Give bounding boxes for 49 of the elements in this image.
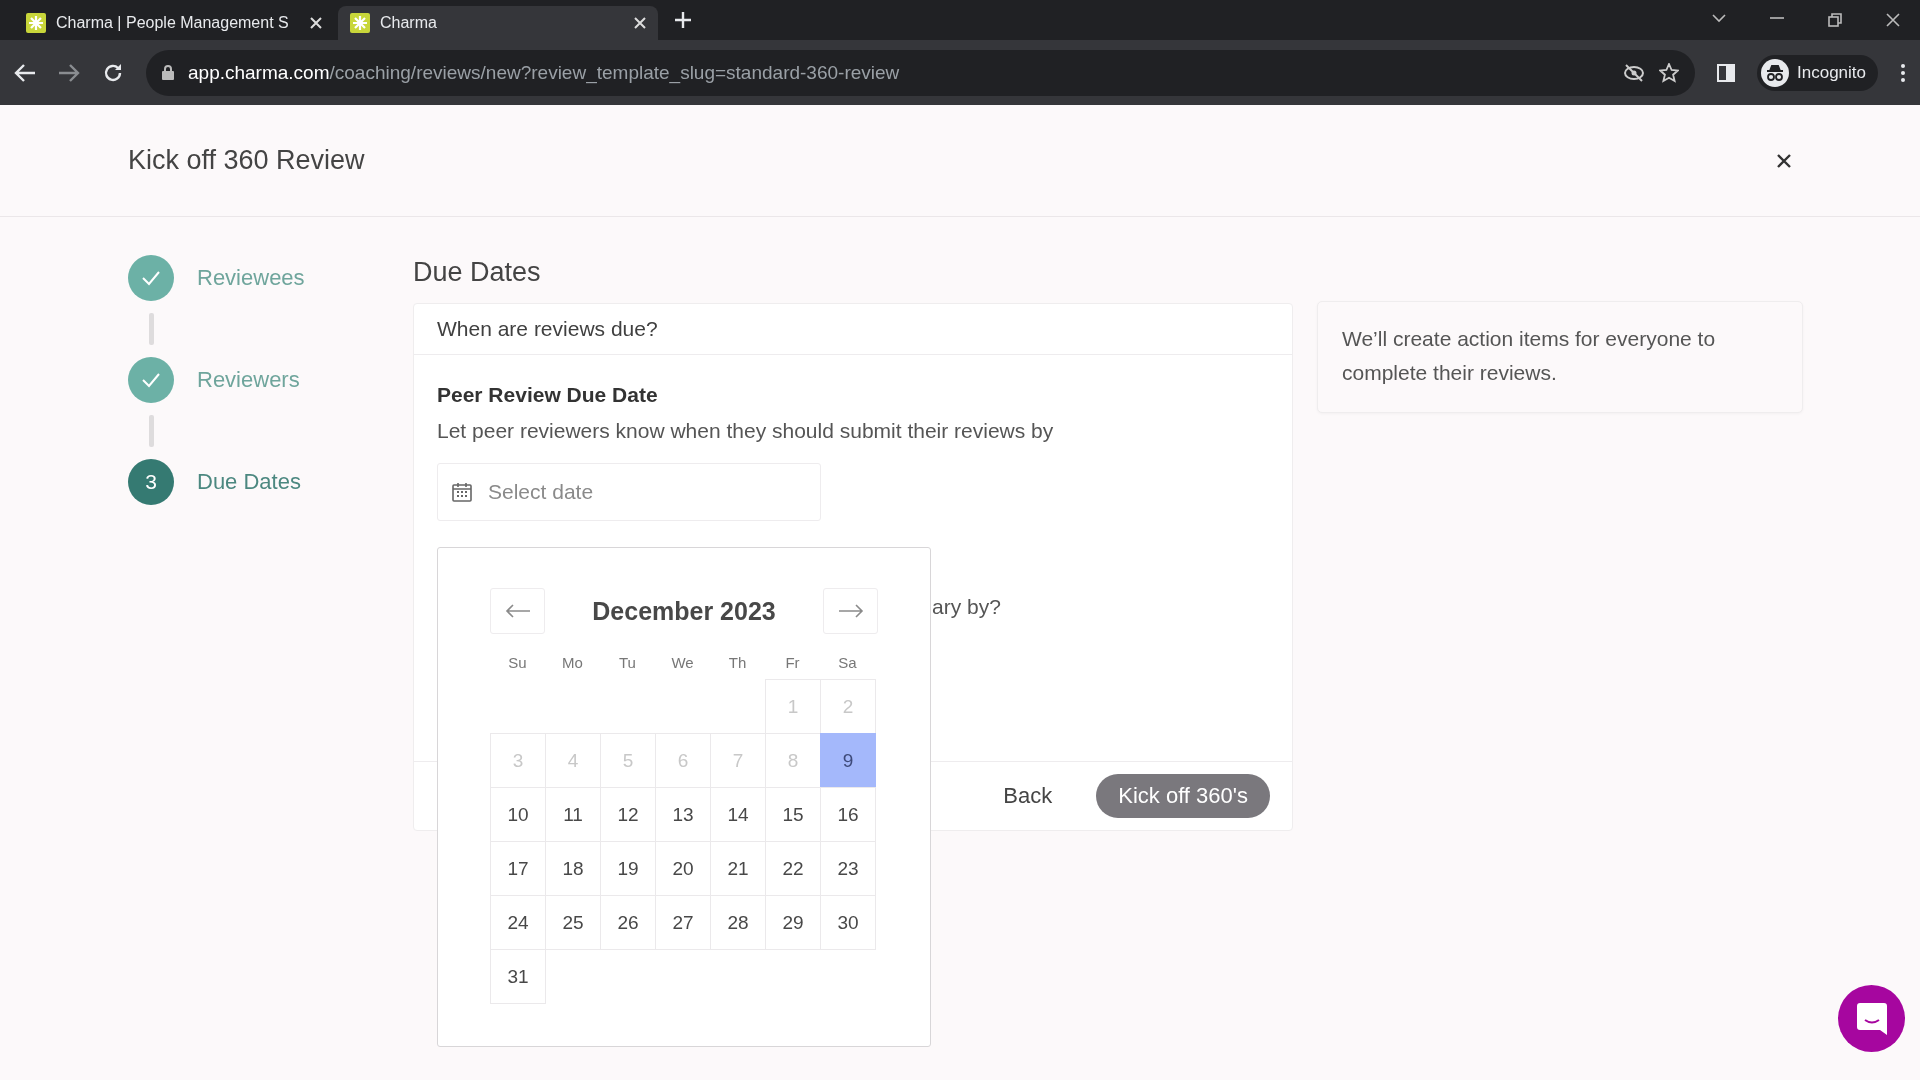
left-arrow-icon bbox=[504, 604, 531, 618]
field-title: Peer Review Due Date bbox=[437, 383, 659, 407]
back-button[interactable]: Back bbox=[1003, 783, 1053, 809]
site-favicon-icon bbox=[26, 13, 46, 33]
month-title: December 2023 bbox=[592, 596, 776, 626]
calendar-day[interactable]: 31 bbox=[490, 949, 546, 1004]
calendar-day[interactable]: 16 bbox=[820, 787, 876, 842]
menu-icon[interactable] bbox=[1900, 62, 1906, 83]
lock-icon bbox=[162, 65, 174, 80]
profile-button[interactable]: Incognito bbox=[1757, 54, 1878, 91]
completed-step-icon bbox=[128, 255, 174, 301]
field-help-text: Let peer reviewers know when they should submit their reviews by bbox=[437, 419, 1055, 443]
calendar-day[interactable]: 9 bbox=[820, 733, 876, 788]
right-arrow-icon bbox=[837, 604, 864, 618]
weekday-label: Tu bbox=[618, 654, 637, 671]
weekday-label: We bbox=[670, 654, 695, 671]
info-panel: We’ll create action items for everyone to complete their reviews. bbox=[1317, 301, 1803, 413]
card-question: When are reviews due? bbox=[414, 304, 1292, 355]
weekday-label: Su bbox=[507, 654, 528, 671]
restore-icon[interactable] bbox=[1828, 13, 1842, 27]
step-label[interactable]: Due Dates bbox=[197, 469, 301, 495]
weekday-label: Mo bbox=[561, 654, 584, 671]
question-text: ary by? bbox=[932, 595, 1001, 619]
forward-icon[interactable] bbox=[58, 62, 80, 83]
close-icon[interactable] bbox=[1776, 152, 1792, 169]
browser-tab[interactable]: Charma | People Management S bbox=[14, 6, 334, 40]
close-window-icon[interactable] bbox=[1886, 13, 1900, 27]
sidebar-icon[interactable] bbox=[1717, 63, 1735, 82]
weekday-label: Fr bbox=[784, 654, 801, 671]
weekday-label: Sa bbox=[837, 654, 858, 671]
chat-icon bbox=[1856, 1002, 1887, 1035]
site-favicon-icon bbox=[350, 13, 370, 33]
incognito-icon bbox=[1761, 58, 1789, 87]
calendar-day[interactable]: 30 bbox=[820, 895, 876, 950]
section-title: Due Dates bbox=[413, 257, 542, 288]
address-bar[interactable]: app.charma.com/coaching/reviews/new?review_template_slug=standard-360-review bbox=[146, 49, 1695, 96]
completed-step-icon bbox=[128, 357, 174, 403]
kick-off-button[interactable]: Kick off 360's bbox=[1096, 774, 1270, 818]
date-field[interactable]: Select date bbox=[437, 463, 821, 521]
new-tab-icon[interactable] bbox=[674, 11, 692, 29]
page-title: Kick off 360 Review bbox=[128, 145, 365, 176]
step-number: 3 bbox=[128, 459, 174, 505]
browser-tab[interactable]: Charma bbox=[338, 6, 658, 40]
calendar-icon bbox=[452, 482, 472, 502]
star-icon[interactable] bbox=[1659, 62, 1679, 83]
weekday-label: Th bbox=[727, 654, 748, 671]
eye-slash-icon[interactable] bbox=[1623, 63, 1645, 82]
tab-search-icon[interactable] bbox=[1712, 13, 1726, 23]
back-icon[interactable] bbox=[14, 62, 36, 83]
